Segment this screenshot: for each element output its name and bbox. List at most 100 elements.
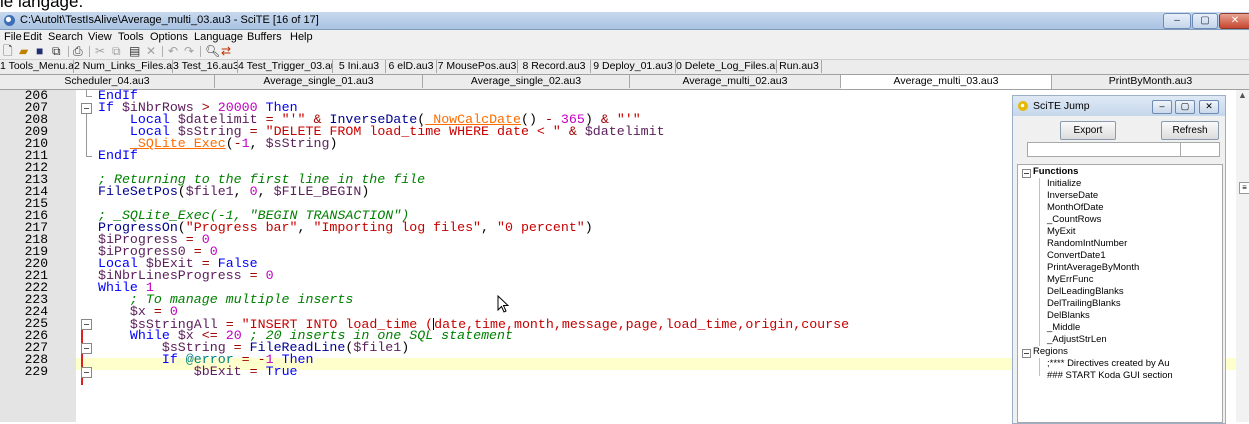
tree-function-item[interactable]: DelBlanks (1047, 310, 1090, 322)
tree-region-item[interactable]: ;**** Directives created by Au (1047, 358, 1170, 370)
tree-function-item[interactable]: _AdjustStrLen (1047, 334, 1107, 346)
tab-printbymonth[interactable]: PrintByMonth.au3 (1052, 75, 1249, 88)
fold-toggle-if[interactable] (81, 103, 92, 114)
jump-tree: Functions Initialize InverseDate MonthOf… (1017, 164, 1223, 423)
menu-tools[interactable]: Tools (118, 31, 144, 43)
jump-close-button[interactable]: ✕ (1199, 100, 1219, 114)
open-folder-icon[interactable]: ▰ (19, 45, 28, 58)
title-bar: C:\Autolt\TestIsAlive\Average_multi_03.a… (0, 12, 1249, 30)
tree-guide-line (1039, 178, 1040, 346)
toolbar-separator (200, 46, 201, 57)
scroll-up-icon[interactable]: ▲ (1238, 90, 1247, 100)
tab-tools-menu[interactable]: 1 Tools_Menu.au3 (0, 60, 74, 73)
tree-function-item[interactable]: _Middle (1047, 322, 1080, 334)
fold-toggle-while[interactable] (81, 319, 92, 330)
menu-help[interactable]: Help (290, 31, 313, 43)
tab-deploy-01[interactable]: 9 Deploy_01.au3 (591, 60, 676, 73)
line-number: 229 (24, 364, 48, 379)
jump-filter-input[interactable] (1027, 142, 1181, 157)
scite-app-icon (4, 15, 15, 26)
functions-collapse-icon[interactable] (1022, 169, 1031, 178)
tree-function-item[interactable]: MyErrFunc (1047, 274, 1093, 286)
toolbar-separator (162, 46, 163, 57)
fold-line (86, 114, 87, 156)
save-icon[interactable]: ■ (36, 45, 43, 58)
regions-collapse-icon[interactable] (1022, 349, 1031, 358)
minimize-button[interactable]: – (1163, 13, 1191, 29)
undo-icon[interactable]: ↶ (168, 45, 178, 58)
find-icon[interactable]: 🔍︎ (205, 45, 220, 58)
tab-test-16[interactable]: 3 Test_16.au3 (173, 60, 238, 73)
tree-function-item[interactable]: MonthOfDate (1047, 202, 1104, 214)
menu-view[interactable]: View (88, 31, 112, 43)
export-button[interactable]: Export (1060, 121, 1116, 140)
tree-regions-header[interactable]: Regions (1033, 346, 1068, 358)
menu-buffers[interactable]: Buffers (247, 31, 282, 43)
tree-function-item[interactable]: InverseDate (1047, 190, 1098, 202)
tree-functions-header[interactable]: Functions (1033, 166, 1078, 178)
save-all-icon[interactable]: ⧉ (52, 45, 61, 58)
tab-average-single-01[interactable]: Average_single_01.au3 (215, 75, 423, 88)
mouse-pointer-icon (497, 295, 510, 313)
new-file-icon[interactable]: 🗋 (3, 45, 13, 58)
tab-delete-log-files[interactable]: 0 Delete_Log_Files.au3 (676, 60, 777, 73)
print-icon[interactable]: ⎙ (73, 45, 83, 58)
menu-bar: File Edit Search View Tools Options Lang… (0, 30, 1249, 44)
tree-guide-line (1039, 358, 1040, 376)
tree-function-item[interactable]: DelLeadingBlanks (1047, 286, 1124, 298)
jump-filter-option[interactable] (1180, 142, 1220, 157)
tab-mousepos[interactable]: 7 MousePos.au3 (437, 60, 518, 73)
cropped-header-text: le langage. (0, 0, 84, 11)
code-line: EndIf (98, 148, 138, 163)
fold-toggle-while-inner[interactable] (81, 343, 92, 354)
fold-line (86, 96, 92, 97)
menu-search[interactable]: Search (48, 31, 83, 43)
tab-average-multi-03[interactable]: Average_multi_03.au3 (841, 75, 1052, 89)
menu-edit[interactable]: Edit (23, 31, 42, 43)
copy-icon[interactable]: ⧉ (112, 45, 121, 58)
tree-function-item[interactable]: Initialize (1047, 178, 1081, 190)
maximize-button[interactable]: ▢ (1192, 13, 1218, 29)
tab-row-2: Scheduler_04.au3 Average_single_01.au3 A… (0, 75, 1249, 90)
tab-average-multi-02[interactable]: Average_multi_02.au3 (630, 75, 841, 88)
tree-function-item[interactable]: RandomIntNumber (1047, 238, 1127, 250)
menu-options[interactable]: Options (150, 31, 188, 43)
fold-toggle-if-inner[interactable] (81, 367, 92, 378)
tree-function-item[interactable]: _CountRows (1047, 214, 1101, 226)
tab-run[interactable]: Run.au3 (777, 60, 822, 73)
cut-icon[interactable]: ✂ (95, 45, 105, 58)
tab-num-links-files[interactable]: 2 Num_Links_Files.au3 (74, 60, 173, 73)
tab-ini[interactable]: 5 Ini.au3 (333, 60, 386, 73)
window-title: C:\Autolt\TestIsAlive\Average_multi_03.a… (20, 14, 319, 26)
tab-record[interactable]: 8 Record.au3 (518, 60, 591, 73)
tab-row-1: 1 Tools_Menu.au3 2 Num_Links_Files.au3 3… (0, 60, 1249, 75)
tree-region-item[interactable]: ### START Koda GUI section (1047, 370, 1173, 382)
redo-icon[interactable]: ↷ (184, 45, 194, 58)
side-panel-marker-icon[interactable]: ≡ (1239, 182, 1249, 194)
toolbar-separator (89, 46, 90, 57)
tab-eid[interactable]: 6 elD.au3 (386, 60, 437, 73)
code-line: FileSetPos($file1, 0, $FILE_BEGIN) (98, 184, 370, 199)
close-button[interactable]: ✕ (1219, 13, 1249, 29)
toolbar-separator (68, 46, 69, 57)
scite-jump-icon (1018, 101, 1028, 111)
tree-function-item[interactable]: ConvertDate1 (1047, 250, 1106, 262)
tree-function-item[interactable]: MyExit (1047, 226, 1076, 238)
replace-icon[interactable]: ⇄ (221, 45, 231, 58)
tab-test-trigger-03[interactable]: 4 Test_Trigger_03.au3 (238, 60, 333, 73)
refresh-button[interactable]: Refresh (1161, 121, 1219, 140)
menu-language[interactable]: Language (194, 31, 243, 43)
scite-jump-titlebar: SciTE Jump – ▢ ✕ (1013, 96, 1225, 116)
tab-average-single-02[interactable]: Average_single_02.au3 (423, 75, 630, 88)
jump-maximize-button[interactable]: ▢ (1175, 100, 1195, 114)
code-line: $bExit = True (193, 364, 298, 379)
menu-file[interactable]: File (4, 31, 22, 43)
tab-scheduler-04[interactable]: Scheduler_04.au3 (0, 75, 215, 88)
tree-function-item[interactable]: PrintAverageByMonth (1047, 262, 1139, 274)
editor-vertical-scrollbar[interactable]: ▲ (1236, 90, 1249, 422)
paste-icon[interactable]: ▤ (129, 45, 140, 58)
scite-jump-title: SciTE Jump (1033, 100, 1090, 112)
jump-minimize-button[interactable]: – (1152, 100, 1172, 114)
tree-function-item[interactable]: DelTrailingBlanks (1047, 298, 1121, 310)
delete-icon[interactable]: ✕ (146, 45, 156, 58)
